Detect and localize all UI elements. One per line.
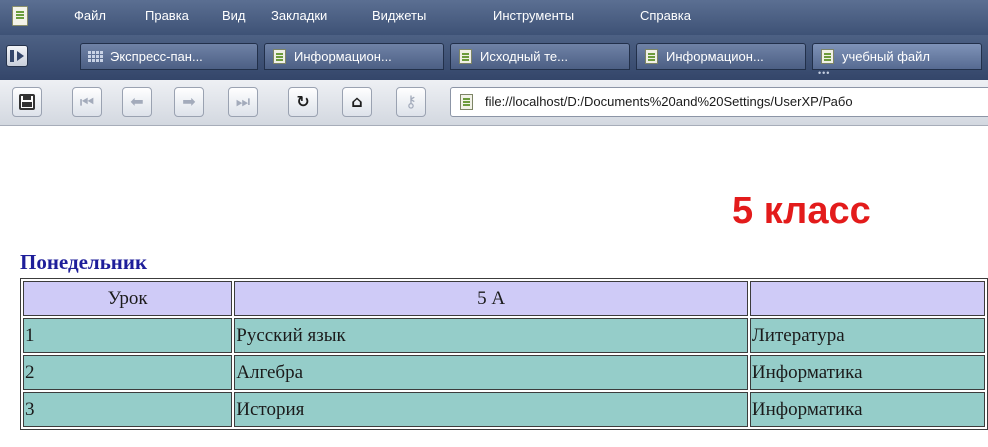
menu-view[interactable]: Вид bbox=[222, 8, 246, 23]
table-row: 3 История Информатика bbox=[23, 392, 985, 427]
menu-bookmarks[interactable]: Закладки bbox=[271, 8, 327, 23]
header-cell-empty bbox=[749, 281, 985, 316]
schedule-table: Урок 5 А 1 Русский язык Литература 2 Алг… bbox=[20, 278, 988, 430]
save-button[interactable] bbox=[12, 87, 42, 117]
security-button[interactable]: ⚷ bbox=[396, 87, 426, 117]
panel-toggle-button[interactable] bbox=[6, 45, 28, 67]
subject-cell: Алгебра bbox=[234, 355, 748, 390]
rewind-button[interactable]: ⏮ bbox=[72, 87, 102, 117]
page-icon bbox=[460, 94, 473, 110]
home-button[interactable]: ⌂ bbox=[342, 87, 372, 117]
day-heading: Понедельник bbox=[20, 250, 148, 274]
tab-label: Экспресс-пан... bbox=[110, 49, 203, 64]
table-row: 1 Русский язык Литература bbox=[23, 318, 985, 353]
menu-help[interactable]: Справка bbox=[640, 8, 691, 23]
page-icon bbox=[459, 49, 472, 64]
tab-label: Исходный те... bbox=[480, 49, 568, 64]
menu-tools[interactable]: Инструменты bbox=[493, 8, 574, 23]
subject-cell: История bbox=[234, 392, 748, 427]
tab-info-2[interactable]: Информацион... bbox=[636, 43, 806, 70]
home-icon: ⌂ bbox=[351, 92, 363, 111]
page-content: 5 класс Понедельник Урок 5 А 1 Русский я… bbox=[0, 126, 988, 447]
forward-button[interactable]: ➡ bbox=[174, 87, 204, 117]
navigation-toolbar: ⏮ ⬅ ➡ ⏭ ↻ ⌂ ⚷ file://localhost/D:/Docume… bbox=[0, 80, 988, 126]
subject-cell: Информатика bbox=[749, 392, 985, 427]
menu-bar: Файл Правка Вид Закладки Виджеты Инструм… bbox=[0, 0, 988, 35]
tab-drag-handle-icon[interactable]: ••• bbox=[818, 68, 830, 78]
lesson-number-cell: 1 bbox=[23, 318, 233, 353]
lesson-number-cell: 3 bbox=[23, 392, 233, 427]
table-header-row: Урок 5 А bbox=[23, 281, 985, 316]
reload-icon: ↻ bbox=[296, 92, 310, 111]
page-icon bbox=[821, 49, 834, 64]
subject-cell: Информатика bbox=[749, 355, 985, 390]
forward-arrow-icon: ➡ bbox=[182, 92, 196, 111]
header-cell-lesson: Урок bbox=[23, 281, 233, 316]
table-row: 2 Алгебра Информатика bbox=[23, 355, 985, 390]
tab-study-file[interactable]: учебный файл bbox=[812, 43, 982, 70]
back-arrow-icon: ⬅ bbox=[130, 92, 144, 111]
page-icon bbox=[645, 49, 658, 64]
tab-speed-dial[interactable]: Экспресс-пан... bbox=[80, 43, 258, 70]
speed-dial-icon bbox=[88, 51, 104, 62]
page-title: 5 класс bbox=[732, 190, 871, 232]
subject-cell: Литература bbox=[749, 318, 985, 353]
menu-edit[interactable]: Правка bbox=[145, 8, 189, 23]
rewind-icon: ⏮ bbox=[79, 92, 95, 111]
key-icon: ⚷ bbox=[405, 92, 417, 111]
tab-label: Информацион... bbox=[294, 49, 392, 64]
save-icon bbox=[19, 94, 35, 110]
tab-info-1[interactable]: Информацион... bbox=[264, 43, 444, 70]
address-bar[interactable]: file://localhost/D:/Documents%20and%20Se… bbox=[450, 87, 988, 117]
header-cell-class: 5 А bbox=[234, 281, 748, 316]
tab-source-text[interactable]: Исходный те... bbox=[450, 43, 630, 70]
lesson-number-cell: 2 bbox=[23, 355, 233, 390]
browser-logo-icon bbox=[12, 6, 28, 26]
page-icon bbox=[273, 49, 286, 64]
fast-forward-icon: ⏭ bbox=[235, 92, 251, 111]
tab-label: учебный файл bbox=[842, 49, 930, 64]
tab-bar: Экспресс-пан... Информацион... Исходный … bbox=[0, 35, 988, 80]
back-button[interactable]: ⬅ bbox=[122, 87, 152, 117]
tab-label: Информацион... bbox=[666, 49, 764, 64]
subject-cell: Русский язык bbox=[234, 318, 748, 353]
menu-file[interactable]: Файл bbox=[74, 8, 106, 23]
menu-widgets[interactable]: Виджеты bbox=[372, 8, 426, 23]
address-text: file://localhost/D:/Documents%20and%20Se… bbox=[485, 94, 853, 109]
reload-button[interactable]: ↻ bbox=[288, 87, 318, 117]
fast-forward-button[interactable]: ⏭ bbox=[228, 87, 258, 117]
